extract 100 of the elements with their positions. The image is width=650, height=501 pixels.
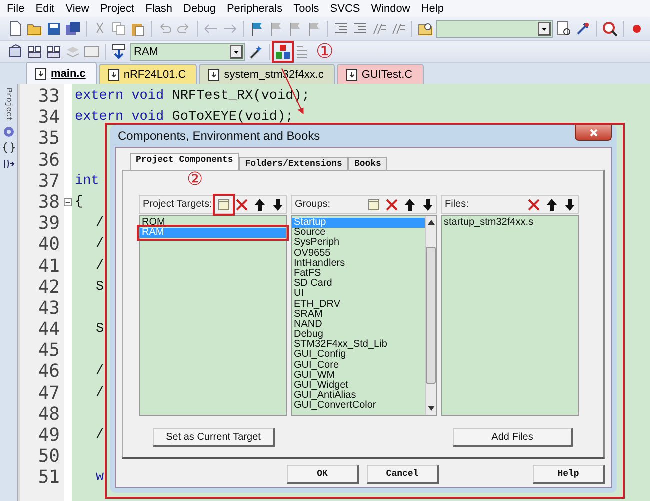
- menu-item[interactable]: Peripherals: [222, 2, 289, 14]
- panel-label: Groups:: [295, 199, 332, 210]
- scrollbar[interactable]: [425, 216, 436, 415]
- list-item[interactable]: ETH_DRV: [292, 300, 425, 310]
- debug-icon[interactable]: [602, 20, 618, 36]
- list-item[interactable]: GUI_Widget: [292, 381, 425, 392]
- set-target-button[interactable]: Set as Current Target: [153, 428, 275, 447]
- code-line: S: [96, 321, 104, 340]
- line-number: 44: [37, 319, 60, 340]
- move-up-icon[interactable]: [544, 196, 560, 212]
- menu-item[interactable]: Edit: [30, 2, 61, 14]
- close-icon[interactable]: [588, 128, 598, 136]
- menu-item[interactable]: Tools: [288, 2, 326, 14]
- dialog-tab[interactable]: Books: [348, 157, 388, 170]
- file-tab[interactable]: GUITest.C: [336, 64, 424, 84]
- list-item[interactable]: STM32F4xx_Std_Lib: [292, 340, 425, 350]
- list-item[interactable]: GUI_ConvertColor: [292, 401, 425, 412]
- components-icon[interactable]: [275, 44, 291, 60]
- new-item-icon[interactable]: [366, 196, 382, 212]
- menu-item[interactable]: Debug: [178, 2, 222, 14]
- line-number: 45: [37, 340, 60, 362]
- list-box[interactable]: Startup Source SysPeriph OV9655 IntHandlers FatFS SD Card UI ETH_DRV SRAM NAND Debug STM32F4xx_Std_Lib GUI_Config GUI_Core GUI_WM GUI_Widget GUI_AntiAlias GUI_ConvertColor: [291, 215, 437, 416]
- new-item-icon[interactable]: [216, 196, 232, 212]
- file-icon: [108, 68, 120, 80]
- ok-button[interactable]: OK: [287, 465, 359, 484]
- new-file-icon[interactable]: [8, 20, 24, 36]
- code-line: int: [75, 172, 100, 191]
- menu-item[interactable]: SVCS: [325, 2, 366, 14]
- tools-icon[interactable]: [575, 20, 591, 36]
- dialog-tab[interactable]: Folders/Extensions: [239, 157, 348, 170]
- list-item[interactable]: GUI_Core: [292, 360, 425, 371]
- list-box[interactable]: ROM RAM: [139, 215, 287, 416]
- line-number: 46: [37, 361, 60, 383]
- target-select[interactable]: RAM: [130, 42, 245, 60]
- cancel-button[interactable]: Cancel: [367, 465, 439, 484]
- function-icon[interactable]: [2, 158, 14, 170]
- move-down-icon[interactable]: [420, 196, 436, 212]
- list-item[interactable]: Debug: [292, 330, 425, 340]
- braces-icon[interactable]: [2, 142, 14, 154]
- list-item[interactable]: IntHandlers: [292, 258, 425, 269]
- move-down-icon[interactable]: [270, 196, 286, 212]
- menu-item[interactable]: View: [60, 2, 96, 14]
- help-button[interactable]: Help: [533, 465, 605, 484]
- menu-item[interactable]: Flash: [140, 2, 179, 14]
- delete-icon[interactable]: [234, 196, 250, 212]
- line-number: 43: [37, 298, 60, 320]
- wand-icon[interactable]: [248, 44, 264, 60]
- indent-icon[interactable]: [333, 20, 349, 36]
- list-item[interactable]: GUI_WM: [292, 370, 425, 381]
- move-up-icon[interactable]: [252, 196, 268, 212]
- line-number: 49: [37, 425, 60, 446]
- move-down-icon[interactable]: [562, 196, 578, 212]
- build-icon[interactable]: [27, 44, 43, 60]
- line-number: 41: [37, 256, 60, 277]
- list-item[interactable]: UI: [292, 289, 425, 300]
- code-line: S: [96, 278, 104, 297]
- delete-icon[interactable]: [384, 196, 400, 212]
- line-number: 34: [37, 107, 60, 128]
- menu-item[interactable]: Help: [416, 2, 450, 14]
- move-up-icon[interactable]: [402, 196, 418, 212]
- file-tab[interactable]: nRF24L01.C: [98, 64, 198, 84]
- list-item[interactable]: ROM: [140, 218, 286, 228]
- list-item[interactable]: SRAM: [292, 310, 425, 320]
- list-item[interactable]: SysPeriph: [292, 238, 425, 249]
- document-search-icon[interactable]: [556, 20, 572, 36]
- list-item[interactable]: FatFS: [292, 268, 425, 280]
- list-item[interactable]: GUI_Config: [292, 350, 425, 361]
- panel-label: Files:: [445, 199, 470, 210]
- list-item[interactable]: GUI_AntiAlias: [292, 391, 425, 402]
- delete-icon[interactable]: [526, 196, 542, 212]
- save-all-icon[interactable]: [65, 20, 81, 36]
- code-line: /: [96, 384, 104, 403]
- list-item[interactable]: OV9655: [292, 248, 425, 259]
- dropdown-icon[interactable]: [538, 22, 551, 36]
- collapse-icon[interactable]: [64, 198, 72, 208]
- dropdown-icon[interactable]: [230, 44, 243, 58]
- close-button[interactable]: [575, 125, 612, 141]
- indent-icon[interactable]: [352, 20, 368, 36]
- list-item[interactable]: startup_stm32f4xx.s: [442, 218, 578, 228]
- file-tab[interactable]: main.c: [26, 62, 97, 84]
- menu-item[interactable]: File: [2, 2, 31, 14]
- list-item[interactable]: NAND: [292, 320, 425, 330]
- search-combo[interactable]: [436, 20, 553, 38]
- highlight-box: [272, 40, 294, 62]
- scroll-down-icon[interactable]: [428, 406, 434, 412]
- save-icon[interactable]: [46, 20, 62, 36]
- menu-item[interactable]: Window: [366, 2, 416, 14]
- line-number: 36: [37, 150, 60, 171]
- dialog-tab[interactable]: Project Components: [130, 153, 240, 170]
- menu-item[interactable]: Project: [95, 2, 141, 14]
- build-icon[interactable]: [46, 44, 62, 60]
- panel-title[interactable]: Project: [4, 88, 13, 122]
- download-icon[interactable]: [111, 44, 127, 60]
- scroll-up-icon[interactable]: [428, 219, 434, 225]
- line-number: 40: [37, 234, 60, 256]
- list-box[interactable]: startup_stm32f4xx.s: [441, 215, 579, 416]
- list-item[interactable]: SD Card: [292, 279, 425, 290]
- add-files-button[interactable]: Add Files: [453, 428, 573, 447]
- scroll-thumb[interactable]: [426, 247, 436, 384]
- list-item[interactable]: Source: [292, 228, 425, 238]
